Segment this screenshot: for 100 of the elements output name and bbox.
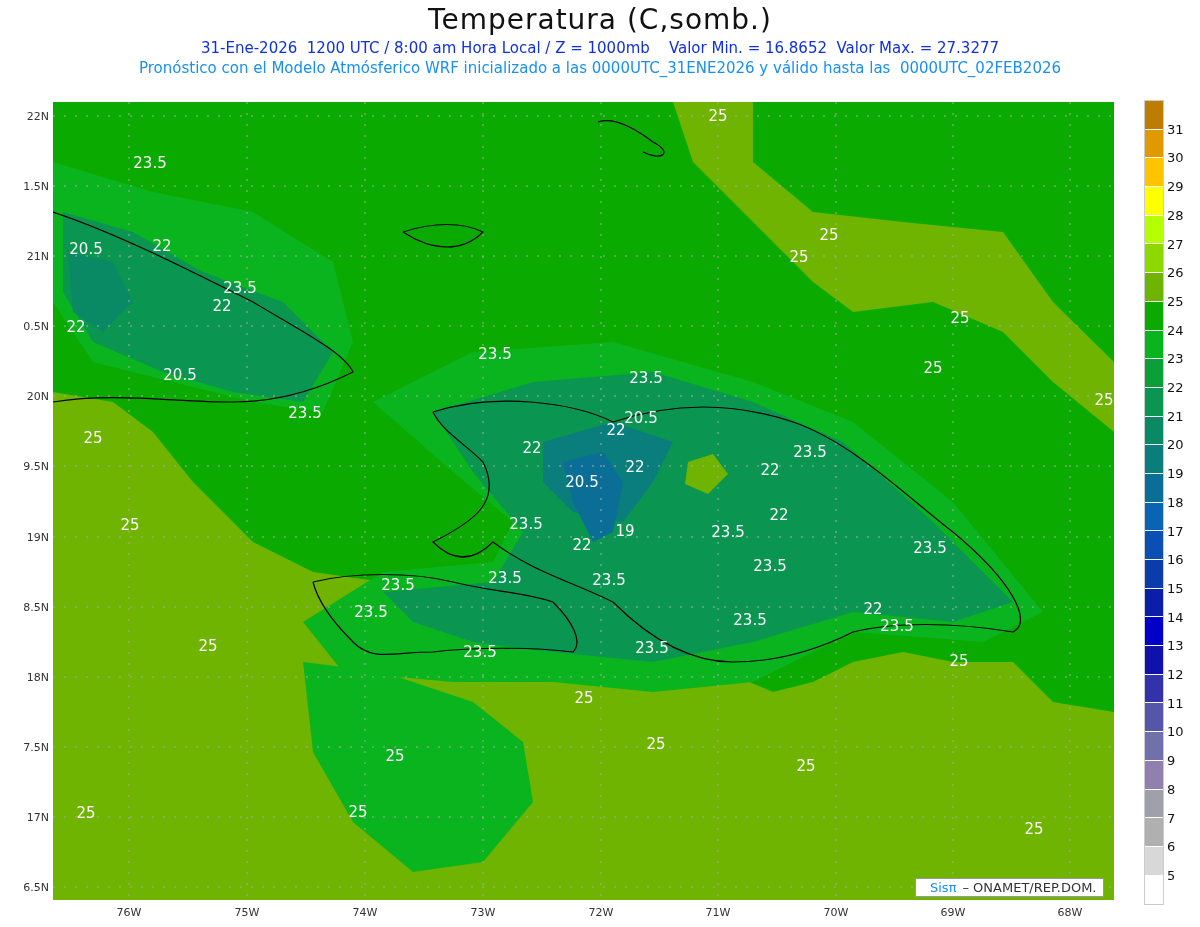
latitude-label: 21N — [26, 249, 49, 263]
color-scale-label: 23 — [1167, 350, 1184, 366]
contour-label: 25 — [796, 758, 816, 774]
color-scale-label: 16 — [1167, 551, 1184, 567]
contour-label: 25 — [949, 653, 969, 669]
color-scale-label: 9 — [1167, 752, 1176, 768]
contour-label: 23.5 — [793, 444, 827, 460]
color-scale-label: 31 — [1167, 121, 1184, 137]
contour-label: 23.5 — [592, 572, 626, 588]
contour-label: 22 — [760, 462, 780, 478]
color-scale-label: 12 — [1167, 666, 1184, 682]
latitude-label: 6.5N — [23, 880, 49, 894]
credit-text: – ONAMET/REP.DOM. — [962, 880, 1097, 895]
contour-label: 25 — [708, 108, 728, 124]
latitude-label: 1.5N — [23, 179, 49, 193]
color-scale-label: 22 — [1167, 379, 1184, 395]
contour-label: 23.5 — [733, 612, 767, 628]
contour-label: 23.5 — [354, 604, 388, 620]
contour-label: 25 — [120, 517, 140, 533]
color-scale-label: 27 — [1167, 236, 1184, 251]
contour-label: 25 — [646, 736, 666, 752]
color-scale-label: 18 — [1167, 494, 1184, 510]
contour-label: 25 — [83, 430, 103, 446]
contour-label: 22 — [212, 298, 232, 314]
logo-text: Sisπ — [930, 880, 957, 895]
color-scale-label: 26 — [1167, 264, 1184, 280]
longitude-label: 76W — [116, 906, 142, 919]
longitude-label: 73W — [470, 906, 496, 919]
color-scale-label: 25 — [1167, 293, 1184, 309]
contour-label: 23.5 — [913, 540, 947, 556]
contour-label: 20.5 — [565, 474, 599, 490]
contour-label: 25 — [950, 310, 970, 326]
latitude-label: 0.5N — [23, 319, 49, 333]
contour-label: 25 — [819, 227, 839, 243]
color-scale-label: 8 — [1167, 781, 1176, 797]
contour-label: 25 — [574, 690, 594, 706]
longitude-label: 72W — [588, 906, 614, 919]
latitude-label: 19N — [26, 530, 49, 544]
latitude-label: 9.5N — [23, 459, 49, 473]
latitude-label: 7.5N — [23, 740, 49, 754]
contour-label: 25 — [76, 805, 96, 821]
contour-label: 23.5 — [711, 524, 745, 540]
color-scale-label: 6 — [1167, 838, 1176, 854]
color-scale-label: 30 — [1167, 149, 1184, 165]
contour-label: 23.5 — [381, 577, 415, 593]
color-scale-label: 19 — [1167, 465, 1184, 481]
contour-label: 22 — [863, 601, 883, 617]
longitude-label: 70W — [823, 906, 849, 919]
latitude-label: 17N — [26, 810, 49, 824]
contour-label: 22 — [522, 440, 542, 456]
latitude-label: 18N — [26, 670, 49, 684]
contour-label: 23.5 — [478, 346, 512, 362]
contour-label: 22 — [66, 319, 86, 335]
longitude-label: 69W — [940, 906, 966, 919]
contour-label: 23.5 — [223, 280, 257, 296]
contour-label: 25 — [1024, 821, 1044, 837]
color-scale-label: 20 — [1167, 436, 1184, 452]
color-scale-label: 5 — [1167, 867, 1176, 883]
contour-label: 23.5 — [635, 640, 669, 656]
color-scale-label: 29 — [1167, 178, 1184, 194]
latitude-label: 22N — [26, 109, 49, 123]
longitude-label: 74W — [352, 906, 378, 919]
contour-label: 23.5 — [488, 570, 522, 586]
longitude-label: 75W — [234, 906, 260, 919]
contour-label: 23.5 — [133, 155, 167, 171]
longitude-label: 68W — [1057, 906, 1083, 919]
color-scale-label: 28 — [1167, 207, 1184, 223]
contour-label: 25 — [348, 804, 368, 820]
color-scale-label: 11 — [1167, 695, 1184, 711]
chart-subtitle: 31-Ene-2026 1200 UTC / 8:00 am Hora Local / Z = 1000mb Valor Min. = 16.8652 Valor Max. = 27.3277 — [200, 38, 999, 58]
chart-title: Temperatura (C,somb.) — [428, 2, 772, 38]
contour-label: 20.5 — [163, 367, 197, 383]
color-scale-label: 21 — [1167, 408, 1184, 424]
contour-label: 22 — [572, 537, 592, 553]
color-scale-label: 14 — [1167, 609, 1184, 625]
contour-label: 25 — [1094, 392, 1114, 408]
contour-label: 25 — [385, 748, 405, 764]
contour-label: 23.5 — [880, 618, 914, 634]
contour-label: 25 — [923, 360, 943, 376]
contour-label: 22 — [152, 238, 172, 254]
contour-label: 19 — [615, 523, 635, 539]
color-scale-label: 7 — [1167, 810, 1176, 825]
contour-label: 23.5 — [629, 370, 663, 386]
color-scale-label: 13 — [1167, 637, 1184, 653]
contour-label: 25 — [198, 638, 218, 654]
contour-label: 23.5 — [288, 405, 322, 421]
contour-label: 22 — [625, 459, 645, 475]
color-scale-label: 10 — [1167, 723, 1184, 739]
latitude-label: 8.5N — [23, 600, 49, 614]
longitude-label: 71W — [705, 906, 731, 919]
contour-label: 23.5 — [509, 516, 543, 532]
contour-label: 23.5 — [463, 644, 497, 660]
latitude-label: 20N — [26, 389, 49, 403]
color-scale-label: 15 — [1167, 580, 1184, 596]
color-scale-label: 24 — [1167, 322, 1184, 338]
color-scale-label: 17 — [1167, 523, 1184, 538]
contour-label: 22 — [769, 507, 789, 523]
contour-label: 23.5 — [753, 558, 787, 574]
contour-label: 20.5 — [69, 241, 103, 257]
contour-label: 25 — [789, 249, 809, 265]
